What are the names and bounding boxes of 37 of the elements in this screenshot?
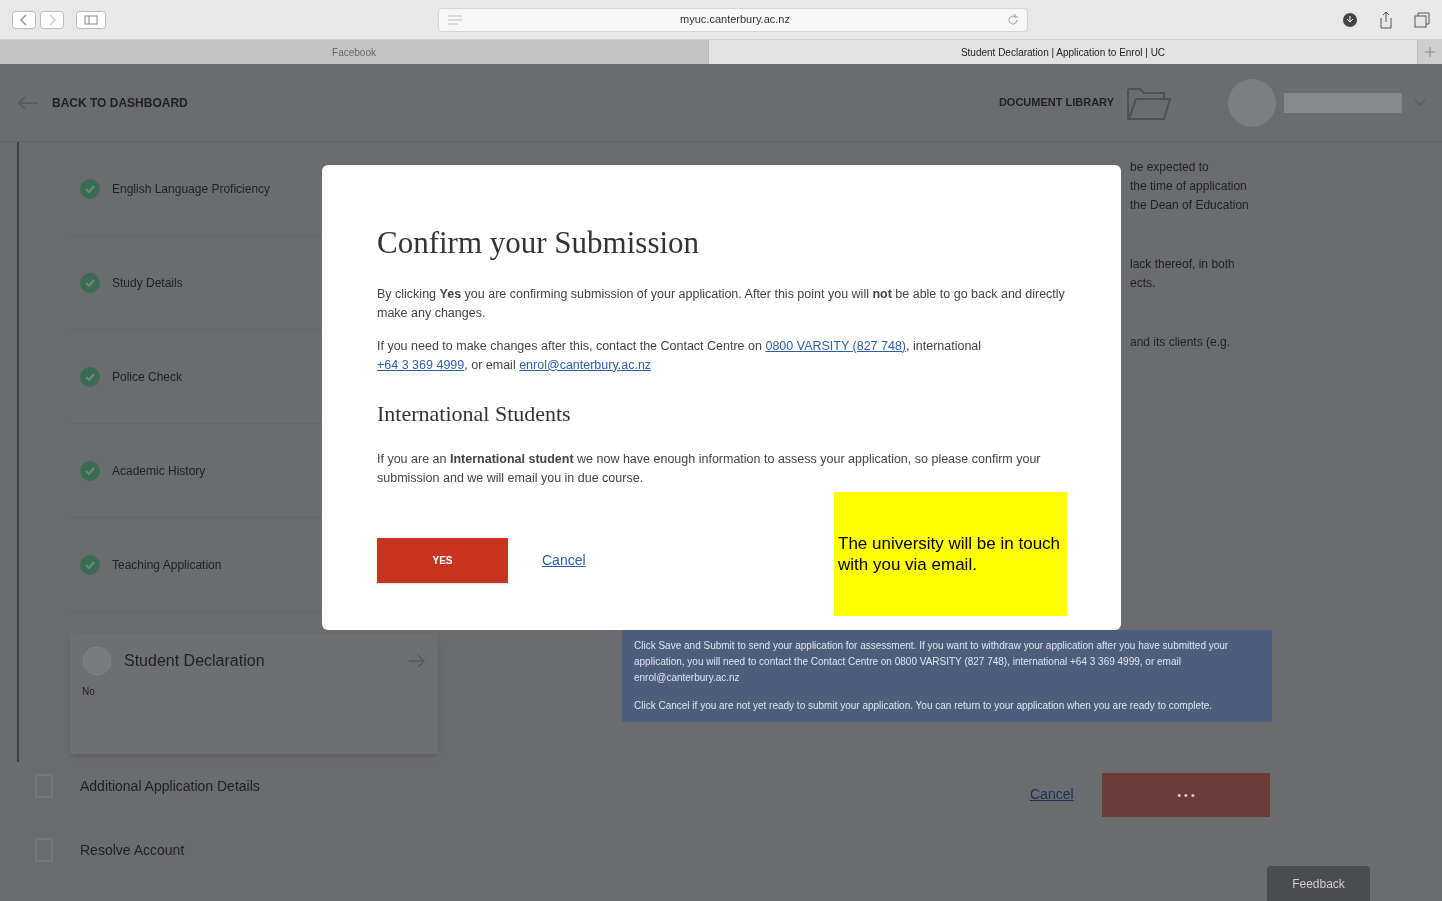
background-paragraph: and its clients (e.g. xyxy=(1130,334,1232,351)
step-label: Study Details xyxy=(112,274,183,292)
step-label: Teaching Application xyxy=(112,556,222,574)
email-link[interactable]: enrol@canterbury.ac.nz xyxy=(519,357,652,372)
back-link[interactable]: BACK TO DASHBOARD xyxy=(52,93,188,112)
background-paragraph: lack thereof, in both ects. xyxy=(1130,256,1236,292)
notice-text: Click Cancel if you are not yet ready to submit your application. You can return to your application when you are ready to complete. xyxy=(634,699,1214,713)
step-status: No xyxy=(82,685,96,699)
step-title: Student Declaration xyxy=(124,651,265,671)
yes-button[interactable]: YES xyxy=(377,537,508,583)
sidebar-icon[interactable] xyxy=(76,10,106,29)
notice-text: Click Save and Submit to send your application for assessment. If you want to withdraw your application after you have submitted your application, you will need to contact the Contact Centre on 0800 VARSITY (827 748), international +64 3 369 4999, or email enrol@canterbury.ac.nz xyxy=(634,639,1230,685)
document-library-link[interactable]: DOCUMENT LIBRARY xyxy=(998,94,1114,111)
download-icon[interactable] xyxy=(1342,11,1358,28)
annotation-text: The university will be in touch with you via email. xyxy=(838,533,1062,575)
section-label[interactable]: Additional Application Details xyxy=(80,775,260,797)
reload-icon[interactable] xyxy=(1007,13,1019,26)
reader-icon[interactable] xyxy=(447,14,463,25)
step-card[interactable]: Student Declaration No xyxy=(70,634,438,754)
share-icon[interactable] xyxy=(1378,10,1394,29)
forward-icon[interactable] xyxy=(40,10,64,29)
step-label: Police Check xyxy=(112,368,183,386)
feedback-button[interactable]: Feedback xyxy=(1267,866,1370,901)
step-label: English Language Proficiency xyxy=(112,180,271,198)
step-label: Academic History xyxy=(112,462,206,480)
cancel-link[interactable]: Cancel xyxy=(542,549,586,571)
address-bar[interactable]: myuc.canterbury.ac.nz xyxy=(438,7,1028,32)
plus-icon[interactable] xyxy=(1425,47,1435,57)
background-paragraph: be expected to the time of application the Dean of Education xyxy=(1130,159,1250,214)
browser-tab[interactable]: Facebook xyxy=(0,40,709,64)
tabs-icon[interactable] xyxy=(1414,11,1430,28)
back-icon[interactable] xyxy=(12,10,36,29)
phone-link[interactable]: 0800 VARSITY (827 748) xyxy=(765,338,907,353)
browser-tab[interactable]: Student Declaration | Application to Enrol | UC xyxy=(709,40,1418,64)
cancel-link[interactable]: Cancel xyxy=(1030,784,1074,805)
submit-button[interactable]: • • • xyxy=(1102,773,1270,817)
section-label[interactable]: Resolve Account xyxy=(80,839,185,861)
